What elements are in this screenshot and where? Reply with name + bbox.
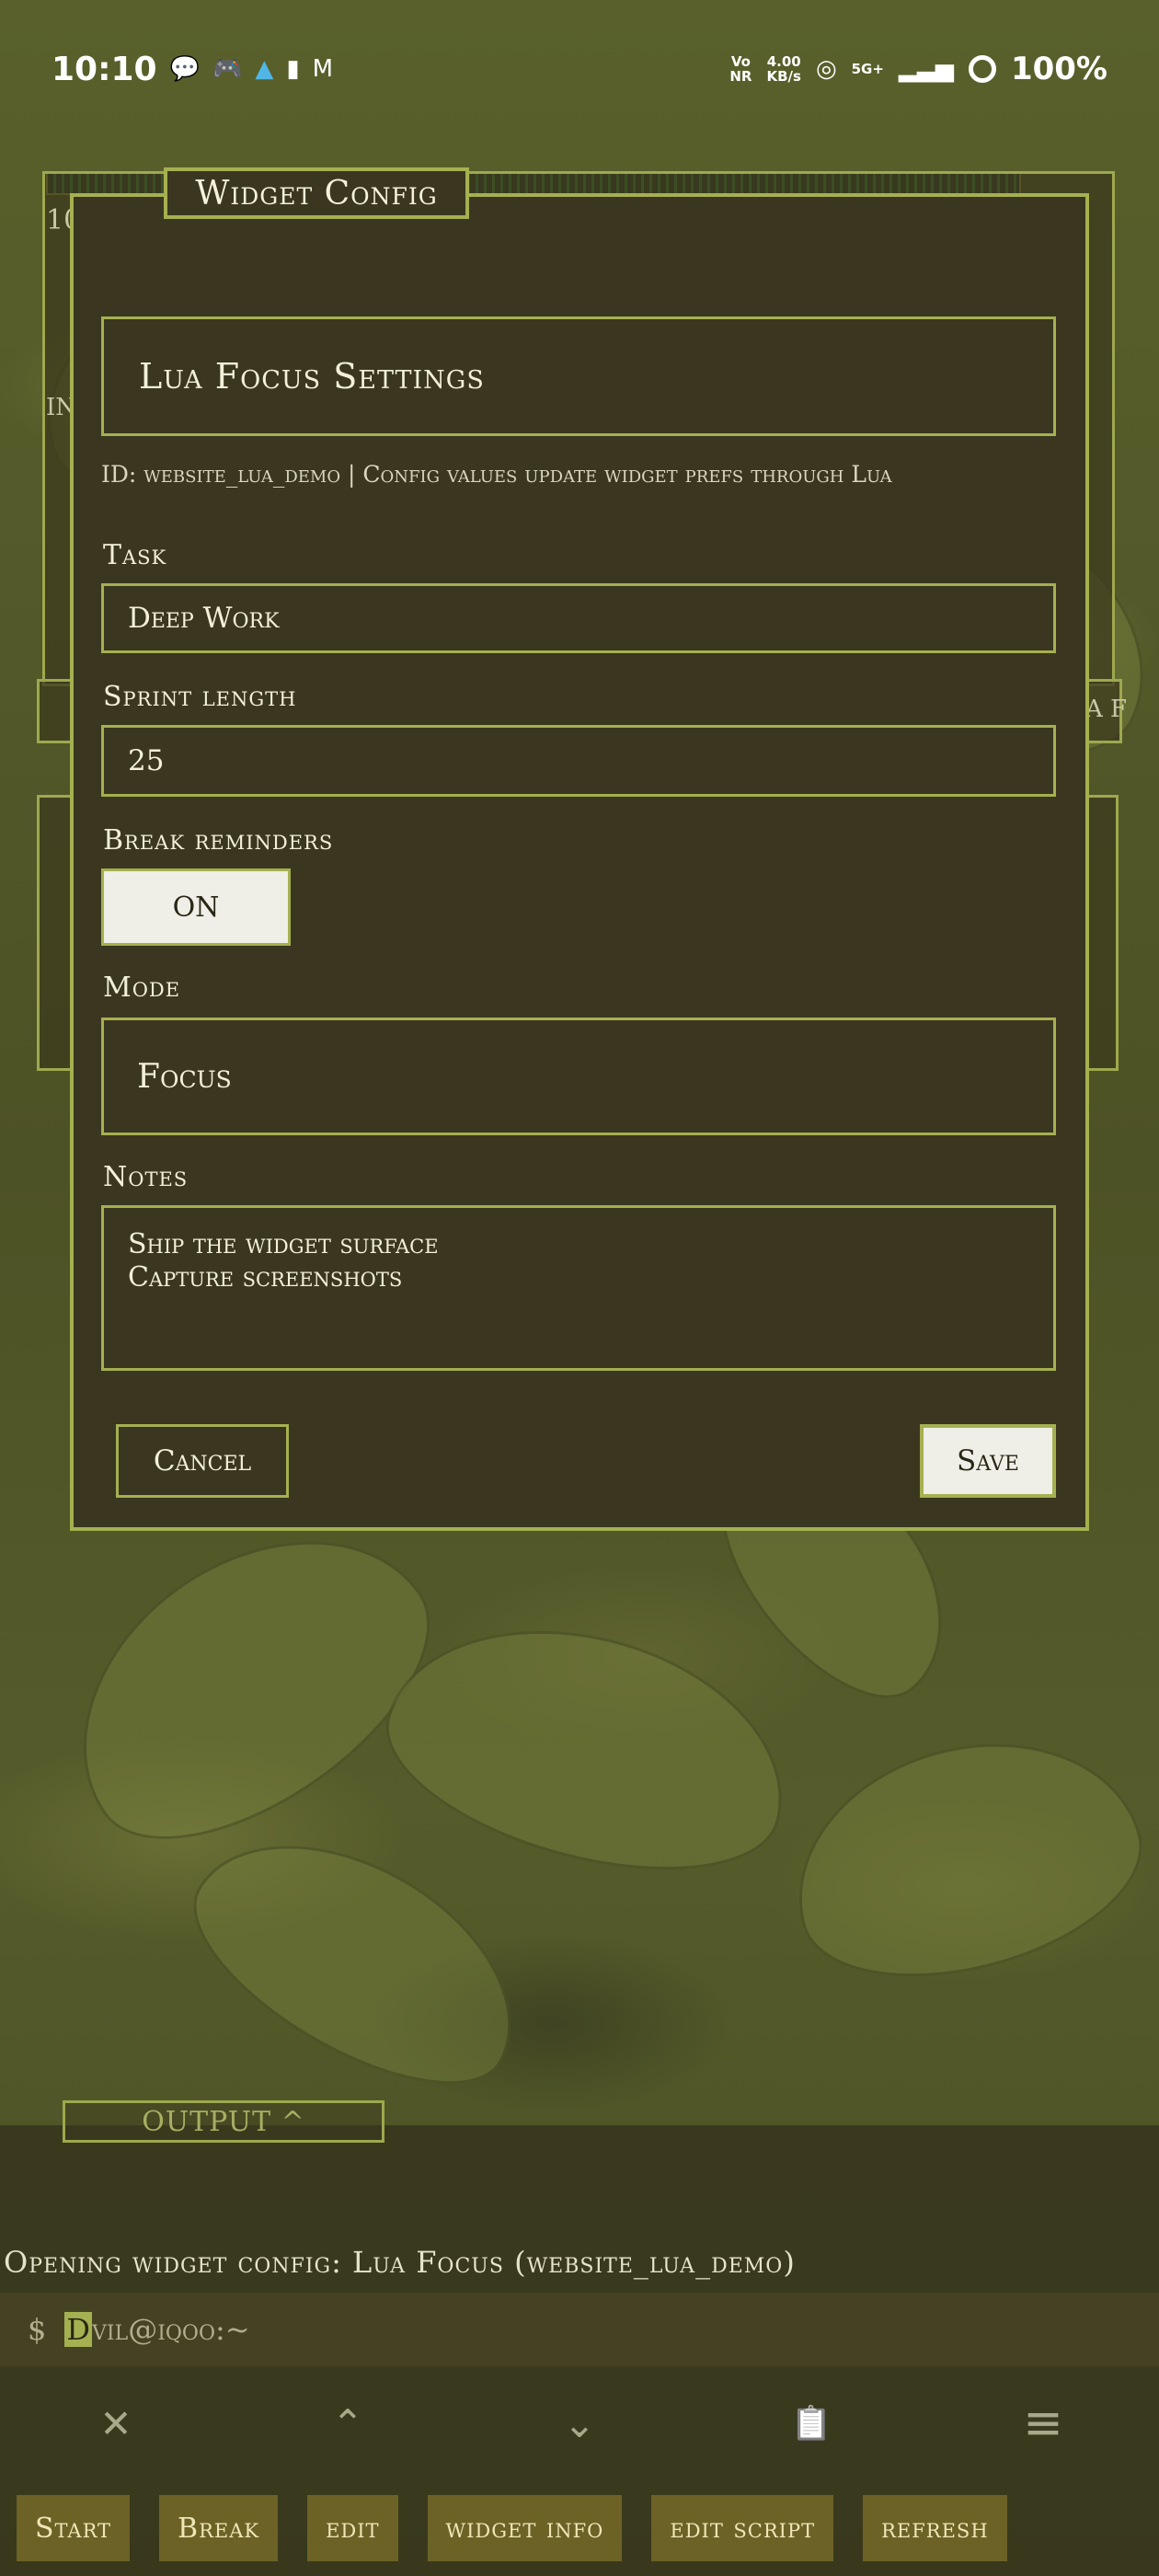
sprint-length-label: Sprint length xyxy=(103,681,297,713)
refresh-button[interactable]: refresh xyxy=(863,2495,1007,2561)
status-bar: 10:10 💬 🎮 ▲ ▮ M Vo NR 4.00 KB/s ◎ 5G+ ▂▃… xyxy=(0,0,1159,138)
background-peek-text-b: A F xyxy=(1085,696,1128,723)
mail-icon: M xyxy=(312,55,334,83)
widget-meta-info: ID: website_lua_demo | Config values upd… xyxy=(101,461,892,488)
output-toggle[interactable]: OUTPUT ^ xyxy=(63,2100,384,2143)
chat-icon: 💬 xyxy=(169,55,200,83)
network-speed: 4.00 KB/s xyxy=(766,53,801,85)
menu-icon[interactable]: ≡ xyxy=(988,2396,1098,2451)
text-cursor: D xyxy=(64,2312,93,2347)
battery-level: 100% xyxy=(1010,51,1107,87)
terminal-prompt[interactable]: $ D vil@iqoo:~ xyxy=(0,2293,1159,2366)
arrow-down-icon[interactable]: ⌄ xyxy=(524,2401,635,2446)
settings-section-title: Lua Focus Settings xyxy=(101,316,1056,436)
task-label: Task xyxy=(103,539,167,571)
terminal-output-line: Opening widget config: Lua Focus (websit… xyxy=(4,2245,796,2280)
notes-label: Notes xyxy=(103,1161,189,1193)
volte-indicator: Vo NR xyxy=(729,53,752,85)
start-button[interactable]: Start xyxy=(17,2495,131,2561)
clock: 10:10 xyxy=(52,50,157,88)
notes-textarea[interactable]: Ship the widget surface Capture screensh… xyxy=(101,1205,1056,1371)
mode-label: Mode xyxy=(103,972,181,1004)
prompt-text: vil@iqoo:~ xyxy=(92,2312,250,2347)
close-icon[interactable]: ✕ xyxy=(61,2401,171,2446)
warning-icon: ▲ xyxy=(255,55,274,83)
prompt-symbol: $ xyxy=(28,2312,47,2347)
edit-script-button[interactable]: edit script xyxy=(651,2495,834,2561)
widget-info-button[interactable]: widget info xyxy=(427,2495,623,2561)
sprint-length-input[interactable]: 25 xyxy=(101,725,1056,797)
extra-keys-row: ✕ ⌃ ⌄ 📋 ≡ xyxy=(0,2385,1159,2462)
cancel-button[interactable]: Cancel xyxy=(116,1424,289,1498)
break-reminders-label: Break reminders xyxy=(103,824,334,857)
arrow-up-icon[interactable]: ⌃ xyxy=(293,2401,403,2446)
break-button[interactable]: Break xyxy=(159,2495,279,2561)
task-input[interactable]: Deep Work xyxy=(101,583,1056,653)
clipboard-check-icon: ▮ xyxy=(286,55,300,83)
signal-indicator: 5G+ xyxy=(851,61,884,77)
hotspot-icon: ◎ xyxy=(815,55,837,83)
battery-icon xyxy=(968,55,996,83)
dialog-title: Widget Config xyxy=(164,167,469,219)
save-button[interactable]: Save xyxy=(920,1424,1056,1498)
action-bar: Start Break edit widget info edit script… xyxy=(0,2490,1159,2567)
signal-bars-icon: ▂▃▅ xyxy=(898,55,954,83)
game-icon: 🎮 xyxy=(212,55,243,83)
edit-button[interactable]: edit xyxy=(307,2495,398,2561)
mode-select[interactable]: Focus xyxy=(101,1018,1056,1135)
clipboard-icon[interactable]: 📋 xyxy=(756,2404,866,2443)
break-reminders-toggle[interactable]: ON xyxy=(101,868,291,946)
